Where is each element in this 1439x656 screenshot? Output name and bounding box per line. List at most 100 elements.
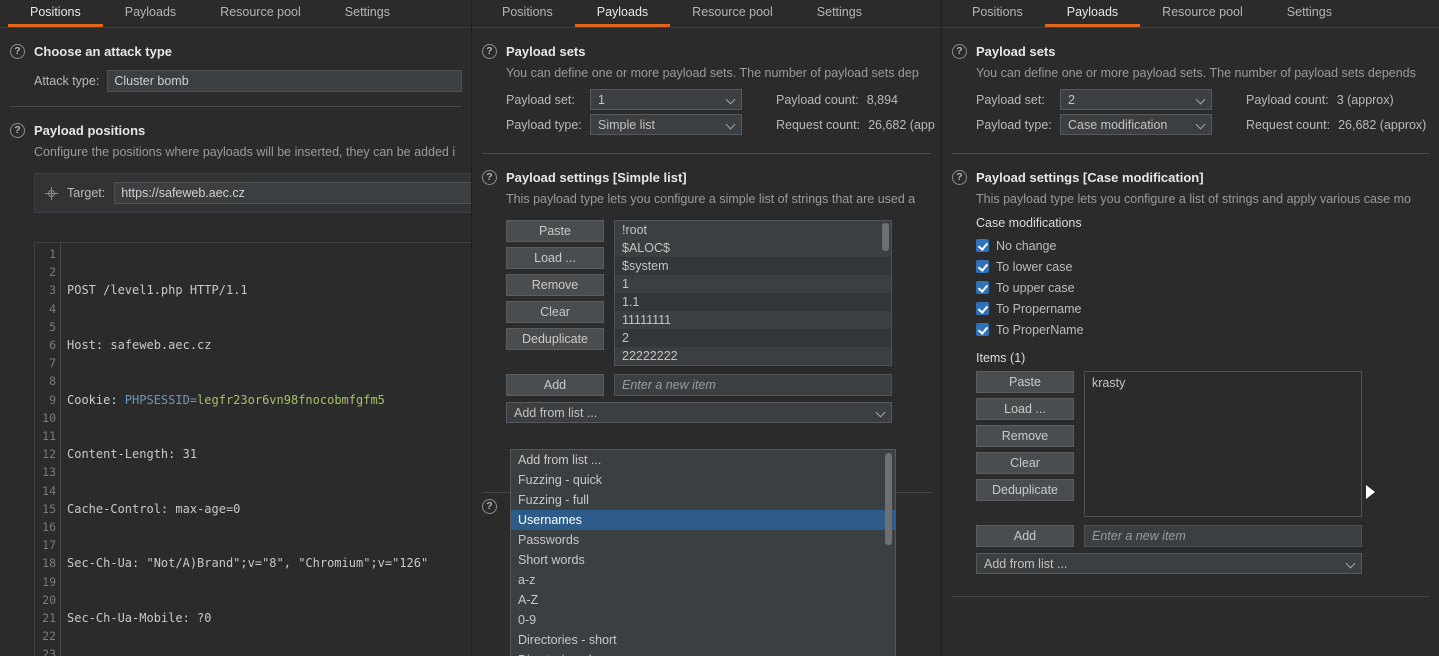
attack-type-select[interactable]: Cluster bomb: [107, 70, 463, 92]
dropdown-item-passwords[interactable]: Passwords: [511, 530, 895, 550]
tab-payloads[interactable]: Payloads: [1044, 0, 1141, 27]
request-count-value: 26,682 (app: [868, 117, 935, 132]
dropdown-item-directories-long[interactable]: Directories - long: [511, 650, 895, 656]
load-button[interactable]: Load ...: [506, 247, 604, 269]
checkbox-checked-icon[interactable]: [976, 302, 989, 315]
tab-settings[interactable]: Settings: [795, 0, 884, 27]
payload-settings-section: ? Payload settings [Simple list] This pa…: [472, 154, 941, 423]
request-code[interactable]: POST /level1.php HTTP/1.1 Host: safeweb.…: [61, 243, 471, 656]
tab-positions[interactable]: Positions: [8, 0, 103, 27]
list-item[interactable]: $system: [615, 257, 891, 275]
payload-set-select[interactable]: 1: [590, 89, 742, 110]
tab-resource-pool[interactable]: Resource pool: [198, 0, 323, 27]
clear-button[interactable]: Clear: [976, 452, 1074, 474]
remove-button[interactable]: Remove: [976, 425, 1074, 447]
tab-resource-pool[interactable]: Resource pool: [670, 0, 795, 27]
help-icon[interactable]: ?: [952, 170, 967, 185]
dropdown-item-usernames[interactable]: Usernames: [511, 510, 895, 530]
checkbox-checked-icon[interactable]: [976, 239, 989, 252]
help-icon[interactable]: ?: [10, 44, 25, 59]
checkbox-checked-icon[interactable]: [976, 281, 989, 294]
checkbox-row-to-upper-case[interactable]: To upper case: [976, 277, 1439, 298]
dropdown-scrollbar[interactable]: [885, 453, 892, 545]
checkbox-row-to-propername-caps[interactable]: To ProperName: [976, 319, 1439, 340]
items-count-label: Items (1): [976, 351, 1026, 365]
dropdown-item-fuzzing-full[interactable]: Fuzzing - full: [511, 490, 895, 510]
tab-label: Settings: [816, 5, 862, 19]
target-input[interactable]: https://safeweb.aec.cz: [114, 182, 471, 204]
list-item[interactable]: !root: [615, 221, 891, 239]
load-button[interactable]: Load ...: [976, 398, 1074, 420]
add-button[interactable]: Add: [506, 374, 604, 396]
help-icon[interactable]: ?: [952, 44, 967, 59]
paste-button[interactable]: Paste: [976, 371, 1074, 393]
tab-label: Settings: [344, 5, 390, 19]
attack-type-header: ? Choose an attack type: [0, 38, 471, 61]
deduplicate-button[interactable]: Deduplicate: [976, 479, 1074, 501]
tab-settings[interactable]: Settings: [323, 0, 412, 27]
add-button[interactable]: Add: [976, 525, 1074, 547]
list-item[interactable]: 1: [615, 275, 891, 293]
panel2-tabbar: Positions Payloads Resource pool Setting…: [472, 0, 941, 28]
payload-type-select[interactable]: Case modification: [1060, 114, 1212, 135]
checkbox-checked-icon[interactable]: [976, 323, 989, 336]
help-icon[interactable]: ?: [482, 499, 497, 514]
list-item[interactable]: 2: [615, 329, 891, 347]
payload-type-select[interactable]: Simple list: [590, 114, 742, 135]
divider: [952, 596, 1429, 597]
list-item[interactable]: $ALOC$: [615, 239, 891, 257]
checkbox-row-to-lower-case[interactable]: To lower case: [976, 256, 1439, 277]
payload-set-value: 2: [1068, 92, 1075, 107]
payload-set-select[interactable]: 2: [1060, 89, 1212, 110]
new-item-input[interactable]: Enter a new item: [1084, 525, 1362, 547]
code-line: Host: safeweb.aec.cz: [67, 338, 212, 352]
tab-label: Settings: [1286, 5, 1332, 19]
dropdown-item-a-z-upper[interactable]: A-Z: [511, 590, 895, 610]
list-item[interactable]: 22222222: [615, 347, 891, 365]
listbox-scrollbar[interactable]: [882, 223, 889, 251]
list-item[interactable]: 1.1: [615, 293, 891, 311]
add-from-list-select[interactable]: Add from list ...: [506, 402, 892, 423]
add-from-list-select[interactable]: Add from list ...: [976, 553, 1362, 574]
payload-list-cluster: Paste Load ... Remove Clear Deduplicate …: [472, 220, 941, 366]
line-number: 20: [42, 592, 56, 607]
request-editor[interactable]: 1 2 3 4 5 6 7 8 9 10 11 12 13 14 15 16 1…: [34, 242, 471, 656]
tab-resource-pool[interactable]: Resource pool: [1140, 0, 1265, 27]
dropdown-item-a-z-lower[interactable]: a-z: [511, 570, 895, 590]
dropdown-item-fuzzing-quick[interactable]: Fuzzing - quick: [511, 470, 895, 490]
items-listbox[interactable]: krasty: [1084, 371, 1362, 517]
help-icon[interactable]: ?: [482, 170, 497, 185]
deduplicate-button[interactable]: Deduplicate: [506, 328, 604, 350]
checkbox-checked-icon[interactable]: [976, 260, 989, 273]
dropdown-item-directories-short[interactable]: Directories - short: [511, 630, 895, 650]
help-icon[interactable]: ?: [482, 44, 497, 59]
list-item[interactable]: krasty: [1092, 376, 1354, 390]
section-description: This payload type lets you configure a s…: [506, 192, 916, 206]
payload-listbox[interactable]: !root $ALOC$ $system 1 1.1 11111111 2 22…: [614, 220, 892, 366]
dropdown-item-short-words[interactable]: Short words: [511, 550, 895, 570]
tab-payloads[interactable]: Payloads: [103, 0, 198, 27]
payload-sets-section: ? Payload sets You can define one or mor…: [942, 28, 1439, 154]
tab-positions[interactable]: Positions: [950, 0, 1045, 27]
line-number: 3: [49, 283, 56, 298]
payload-sets-section: ? Payload sets You can define one or mor…: [472, 28, 941, 154]
tab-settings[interactable]: Settings: [1265, 0, 1354, 27]
intruder-window: Positions Payloads Resource pool Setting…: [0, 0, 1439, 656]
checkbox-row-to-propername[interactable]: To Propername: [976, 298, 1439, 319]
tab-positions[interactable]: Positions: [480, 0, 575, 27]
tab-payloads[interactable]: Payloads: [574, 0, 671, 27]
help-icon[interactable]: ?: [10, 123, 25, 138]
payload-settings-header: ? Payload settings [Case modification]: [942, 164, 1439, 187]
tab-label: Positions: [30, 5, 81, 19]
checkbox-row-no-change[interactable]: No change: [976, 235, 1439, 256]
list-item[interactable]: 11111111: [615, 311, 891, 329]
dropdown-item-add-from-list[interactable]: Add from list ...: [511, 450, 895, 470]
clear-button[interactable]: Clear: [506, 301, 604, 323]
add-from-list-dropdown[interactable]: Add from list ... Fuzzing - quick Fuzzin…: [510, 449, 896, 656]
line-number: 8: [49, 374, 56, 389]
payload-settings-header: ? Payload settings [Simple list]: [472, 164, 941, 187]
new-item-input[interactable]: Enter a new item: [614, 374, 892, 396]
dropdown-item-0-9[interactable]: 0-9: [511, 610, 895, 630]
remove-button[interactable]: Remove: [506, 274, 604, 296]
paste-button[interactable]: Paste: [506, 220, 604, 242]
